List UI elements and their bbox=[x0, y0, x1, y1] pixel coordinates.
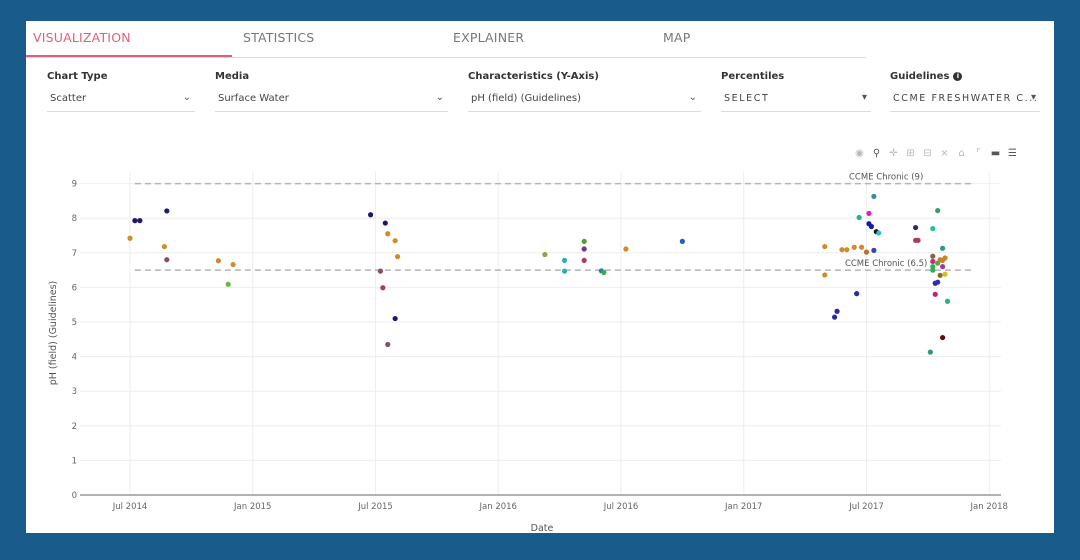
x-tick-label: Jan 2015 bbox=[233, 502, 271, 512]
data-point bbox=[367, 212, 374, 218]
data-point bbox=[944, 298, 951, 304]
data-point bbox=[623, 246, 629, 252]
data-point bbox=[561, 257, 568, 264]
data-point bbox=[868, 223, 875, 230]
y-tick-label: 7 bbox=[72, 249, 77, 259]
data-point bbox=[822, 272, 828, 278]
data-point bbox=[225, 281, 231, 287]
data-point bbox=[127, 235, 133, 241]
y-tick-label: 4 bbox=[72, 353, 77, 363]
data-point bbox=[940, 245, 946, 251]
grid-lines bbox=[80, 171, 1001, 495]
x-tick-label: Jul 2015 bbox=[357, 502, 393, 512]
data-point bbox=[601, 269, 607, 276]
data-point bbox=[137, 218, 143, 224]
data-point bbox=[561, 268, 568, 274]
data-point bbox=[876, 230, 882, 236]
data-point bbox=[215, 258, 221, 264]
y-tick-label: 3 bbox=[72, 387, 77, 397]
data-point bbox=[913, 224, 919, 231]
data-point bbox=[930, 267, 936, 273]
main-panel: VISUALIZATION STATISTICS EXPLAINER MAP C… bbox=[26, 21, 1054, 533]
data-point bbox=[940, 334, 946, 341]
data-point bbox=[940, 264, 946, 270]
data-point bbox=[930, 258, 936, 265]
guideline-layer: CCME Chronic (9) CCME Chronic (6.5) bbox=[134, 173, 975, 271]
data-point bbox=[831, 314, 838, 320]
data-point bbox=[863, 249, 870, 255]
y-tick-label: 6 bbox=[72, 283, 77, 293]
x-axis-title: Date bbox=[531, 523, 554, 533]
data-point bbox=[871, 193, 877, 200]
data-point bbox=[164, 208, 170, 214]
y-axis-title: pH (field) (Guidelines) bbox=[48, 281, 59, 386]
data-point bbox=[230, 261, 236, 268]
data-point bbox=[394, 254, 401, 260]
guideline-label: CCME Chronic (9) bbox=[849, 173, 923, 183]
data-point bbox=[844, 247, 850, 253]
data-point bbox=[385, 231, 391, 237]
data-point bbox=[937, 272, 943, 278]
y-tick-label: 0 bbox=[72, 491, 77, 501]
data-point bbox=[392, 238, 398, 244]
data-point bbox=[854, 291, 860, 297]
data-point bbox=[942, 255, 948, 261]
data-point bbox=[581, 238, 587, 244]
guideline-label: CCME Chronic (6.5) bbox=[845, 259, 927, 269]
x-tick-label: Jan 2017 bbox=[724, 502, 762, 512]
data-point bbox=[927, 349, 933, 355]
data-point bbox=[851, 244, 857, 250]
data-point bbox=[679, 238, 685, 244]
data-point bbox=[856, 214, 862, 221]
data-point bbox=[930, 253, 936, 259]
data-point bbox=[858, 244, 865, 250]
data-point bbox=[915, 237, 921, 243]
scatter-chart[interactable]: CCME Chronic (9) CCME Chronic (6.5) 0 1 2 3 4… bbox=[26, 21, 1054, 533]
data-point bbox=[161, 243, 167, 250]
data-point bbox=[822, 243, 828, 250]
y-tick-label: 1 bbox=[72, 456, 77, 466]
data-point bbox=[930, 225, 936, 232]
x-tick-label: Jul 2014 bbox=[112, 502, 148, 512]
data-point bbox=[935, 207, 941, 214]
data-point bbox=[839, 247, 845, 253]
x-tick-label: Jan 2016 bbox=[479, 502, 517, 512]
x-tick-label: Jan 2018 bbox=[970, 502, 1008, 512]
data-point bbox=[866, 210, 872, 216]
data-point bbox=[942, 271, 948, 277]
data-point bbox=[377, 268, 384, 274]
data-point bbox=[380, 285, 386, 291]
data-point bbox=[581, 246, 587, 252]
data-point bbox=[834, 308, 840, 314]
data-point bbox=[581, 257, 587, 264]
y-tick-label: 8 bbox=[72, 214, 77, 224]
x-tick-label: Jul 2016 bbox=[603, 502, 639, 512]
data-point bbox=[385, 341, 391, 348]
data-point bbox=[392, 315, 398, 322]
data-point bbox=[132, 218, 138, 224]
data-point bbox=[932, 291, 938, 297]
y-tick-label: 5 bbox=[72, 318, 77, 328]
data-point bbox=[871, 247, 877, 253]
data-point bbox=[382, 220, 388, 226]
y-tick-label: 2 bbox=[72, 422, 77, 432]
x-tick-label: Jul 2017 bbox=[848, 502, 884, 512]
data-point bbox=[935, 279, 941, 285]
data-point bbox=[164, 257, 170, 263]
data-point bbox=[542, 251, 548, 258]
axes-layer: 0 1 2 3 4 5 6 7 8 9 Jul 2014 Jan 2015 Jul 2015 Jan 20… bbox=[72, 180, 1008, 512]
y-tick-label: 9 bbox=[72, 180, 77, 190]
